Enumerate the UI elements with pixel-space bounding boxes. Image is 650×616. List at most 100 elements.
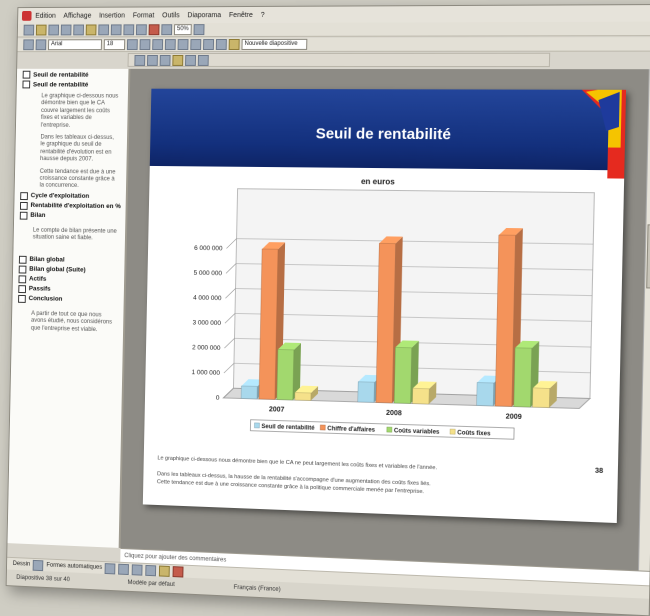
new-icon[interactable] bbox=[23, 24, 35, 36]
undo-icon[interactable] bbox=[123, 24, 135, 36]
fill-icon[interactable] bbox=[159, 565, 171, 577]
cut-icon[interactable] bbox=[85, 24, 97, 36]
outline-text[interactable]: Dans les tableaux ci-dessus, le graphiqu… bbox=[40, 135, 119, 165]
fill-color-icon[interactable] bbox=[172, 54, 184, 66]
outline-item[interactable]: Bilan global (Suite) bbox=[18, 265, 125, 275]
app-icon bbox=[21, 10, 32, 21]
outline-title: Passifs bbox=[28, 285, 51, 293]
menu-diaporama[interactable]: Diaporama bbox=[187, 12, 221, 19]
y-tick-label: 0 bbox=[216, 395, 220, 402]
spellcheck-icon[interactable] bbox=[73, 24, 84, 36]
select-arrow-icon[interactable] bbox=[32, 559, 44, 571]
menu-help[interactable]: ? bbox=[261, 11, 265, 18]
bar bbox=[533, 388, 550, 408]
outline-title: Seuil de rentabilité bbox=[33, 71, 89, 79]
insert-table-icon[interactable] bbox=[161, 24, 173, 36]
menu-edition[interactable]: Edition bbox=[35, 12, 56, 19]
help-icon[interactable] bbox=[193, 24, 205, 36]
font-select[interactable]: Arial bbox=[48, 39, 102, 51]
status-design: Modèle par défaut bbox=[127, 579, 175, 589]
legend-swatch bbox=[387, 427, 392, 432]
open-icon[interactable] bbox=[35, 24, 47, 36]
slide[interactable]: Seuil de rentabilité en euros 0 1 000 000 2… bbox=[142, 88, 627, 524]
status-language: Français (France) bbox=[233, 584, 281, 593]
outline-item[interactable]: Passifs bbox=[18, 284, 124, 295]
insert-chart-icon[interactable] bbox=[148, 24, 160, 36]
standard-toolbar: 50% bbox=[17, 21, 650, 38]
slide-icon bbox=[18, 284, 27, 293]
autoshapes-menu[interactable]: Formes automatiques bbox=[46, 562, 102, 570]
menu-fenetre[interactable]: Fenêtre bbox=[229, 11, 253, 18]
arrow-icon[interactable] bbox=[118, 563, 130, 575]
outline-item[interactable]: Bilan bbox=[19, 211, 126, 221]
bar bbox=[241, 386, 258, 400]
slide-icon bbox=[22, 80, 31, 89]
bar bbox=[514, 348, 532, 407]
x-tick-label: 2009 bbox=[506, 413, 522, 421]
copy-icon[interactable] bbox=[98, 24, 110, 36]
print-icon[interactable] bbox=[60, 24, 72, 36]
gridline bbox=[226, 263, 237, 275]
outline-pane[interactable]: Seuil de rentabilité Seuil de rentabilit… bbox=[7, 68, 131, 548]
outline-title: Actifs bbox=[28, 275, 47, 283]
slide-icon bbox=[18, 275, 27, 284]
outline-text[interactable]: Le graphique ci-dessous nous démontre bi… bbox=[41, 93, 121, 130]
legend-swatch bbox=[254, 422, 260, 429]
outline-item[interactable]: Conclusion bbox=[18, 294, 124, 305]
line-icon[interactable] bbox=[104, 562, 116, 574]
bar-chart: en euros 0 1 000 000 2 000 000 3 000 000 4 00… bbox=[192, 177, 606, 461]
draw-menu[interactable]: Dessin bbox=[13, 561, 31, 568]
outline-item[interactable]: Rentabilité d'exploitation en % bbox=[19, 201, 126, 211]
new-slide-button[interactable]: Nouvelle diapositive bbox=[241, 38, 308, 50]
menu-affichage[interactable]: Affichage bbox=[63, 12, 91, 19]
outline-item[interactable]: Cycle d'exploitation bbox=[20, 192, 126, 201]
y-tick-label: 4 000 000 bbox=[193, 295, 222, 303]
font-size-select[interactable]: 18 bbox=[103, 39, 126, 51]
app-window: Edition Affichage Insertion Format Outil… bbox=[5, 3, 650, 616]
outline-view-icon[interactable] bbox=[23, 39, 34, 51]
line-color-icon[interactable] bbox=[185, 54, 197, 66]
outline-item[interactable]: Seuil de rentabilité bbox=[22, 70, 129, 79]
paste-icon[interactable] bbox=[110, 24, 122, 36]
gridline bbox=[225, 313, 236, 325]
outline-item[interactable]: Bilan global bbox=[18, 255, 125, 265]
underline-icon[interactable] bbox=[152, 39, 164, 51]
y-tick-label: 5 000 000 bbox=[194, 270, 223, 278]
font-color-icon[interactable] bbox=[228, 38, 240, 50]
pointer-icon[interactable] bbox=[134, 54, 146, 66]
outline-item[interactable]: Actifs bbox=[18, 275, 124, 285]
rectangle-icon[interactable] bbox=[132, 563, 143, 576]
outline-item[interactable]: Seuil de rentabilité bbox=[22, 80, 128, 89]
menu-outils[interactable]: Outils bbox=[162, 12, 180, 19]
y-tick-label: 6 000 000 bbox=[194, 245, 223, 253]
menu-format[interactable]: Format bbox=[133, 12, 155, 19]
text-box-icon[interactable] bbox=[146, 54, 158, 66]
outline-text[interactable]: Cette tendance est due à une croissance … bbox=[39, 169, 118, 192]
outline-title: Seuil de rentabilité bbox=[32, 81, 89, 89]
outline-title: Conclusion bbox=[28, 295, 63, 303]
bold-icon[interactable] bbox=[126, 39, 138, 51]
gridline bbox=[226, 238, 238, 250]
font-color-draw-icon[interactable] bbox=[172, 565, 184, 578]
picture-icon[interactable] bbox=[159, 54, 171, 66]
y-tick-label: 2 000 000 bbox=[192, 344, 221, 352]
decorative-logo bbox=[575, 88, 627, 179]
grid-icon[interactable] bbox=[197, 54, 209, 66]
scroll-thumb[interactable] bbox=[646, 224, 650, 289]
menu-insertion[interactable]: Insertion bbox=[99, 12, 125, 19]
redo-icon[interactable] bbox=[135, 24, 147, 36]
gridline bbox=[225, 288, 237, 300]
italic-icon[interactable] bbox=[139, 39, 151, 51]
align-right-icon[interactable] bbox=[203, 39, 215, 51]
outline-bullet[interactable]: Le compte de bilan présente une situatio… bbox=[33, 227, 118, 243]
slide-view-icon[interactable] bbox=[35, 39, 47, 51]
bar bbox=[358, 382, 375, 403]
zoom-select[interactable]: 50% bbox=[173, 24, 192, 36]
bullets-icon[interactable] bbox=[215, 39, 227, 50]
align-center-icon[interactable] bbox=[190, 39, 202, 51]
save-icon[interactable] bbox=[48, 24, 60, 36]
oval-icon[interactable] bbox=[145, 564, 157, 576]
align-left-icon[interactable] bbox=[177, 39, 189, 51]
outline-bullet[interactable]: A partir de tout ce que nous avons étudi… bbox=[31, 311, 116, 335]
shadow-icon[interactable] bbox=[164, 39, 176, 51]
